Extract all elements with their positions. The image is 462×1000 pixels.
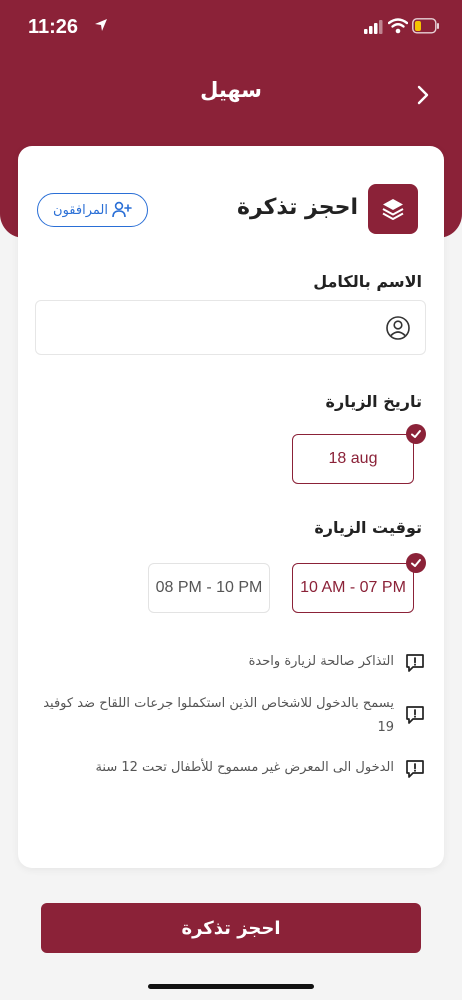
book-ticket-button[interactable]: احجز تذكرة — [41, 903, 421, 953]
time-option-8pm-10pm[interactable]: 08 PM - 10 PM — [148, 563, 270, 613]
status-time: 11:26 — [28, 16, 79, 38]
date-option-label: 18 aug — [328, 450, 378, 467]
companions-button[interactable]: المرافقون — [37, 193, 148, 227]
user-icon — [386, 316, 410, 340]
back-button[interactable] — [410, 82, 436, 108]
time-label: توقيت الزيارة — [314, 518, 422, 537]
time-option-10am-7pm[interactable]: 10 AM - 07 PM — [292, 563, 414, 613]
date-selected-badge — [406, 424, 426, 444]
booking-card: احجز تذكرة المرافقون الاسم بالكامل تاريخ… — [18, 146, 444, 868]
note-item: يسمح بالدخول للاشخاص الذين استكملوا جرعا… — [36, 692, 426, 740]
home-indicator — [148, 984, 314, 989]
date-option-18-aug[interactable]: 18 aug — [292, 434, 414, 484]
name-label: الاسم بالكامل — [313, 272, 422, 291]
note-text: يسمح بالدخول للاشخاص الذين استكملوا جرعا… — [43, 696, 394, 735]
time-option-label: 10 AM - 07 PM — [300, 579, 406, 596]
page-title: سهيل — [200, 78, 262, 102]
time-option-label: 08 PM - 10 PM — [155, 579, 263, 596]
add-user-icon — [112, 201, 132, 218]
name-field[interactable] — [35, 300, 426, 355]
note-item: الدخول الى المعرض غير مسموح للأطفال تحت … — [36, 756, 426, 780]
wifi-icon — [388, 18, 408, 34]
name-input[interactable] — [36, 301, 376, 354]
chevron-right-icon — [417, 85, 429, 105]
card-title: احجز تذكرة — [236, 195, 358, 220]
layers-icon — [382, 199, 404, 220]
alert-message-icon — [406, 760, 424, 778]
alert-message-icon — [406, 654, 424, 672]
companions-label: المرافقون — [53, 202, 108, 218]
time-selected-badge — [406, 553, 426, 573]
note-item: التذاكر صالحة لزيارة واحدة — [36, 650, 426, 674]
alert-message-icon — [406, 706, 424, 724]
note-text: التذاكر صالحة لزيارة واحدة — [248, 654, 394, 669]
signal-icon — [364, 20, 383, 34]
check-icon — [411, 559, 421, 567]
note-text: الدخول الى المعرض غير مسموح للأطفال تحت … — [95, 760, 394, 775]
location-arrow-icon — [95, 19, 107, 31]
card-badge — [368, 184, 418, 234]
date-label: تاريخ الزيارة — [325, 392, 422, 411]
check-icon — [411, 430, 421, 438]
status-bar: 11:26 — [0, 0, 462, 54]
battery-icon — [412, 18, 439, 34]
